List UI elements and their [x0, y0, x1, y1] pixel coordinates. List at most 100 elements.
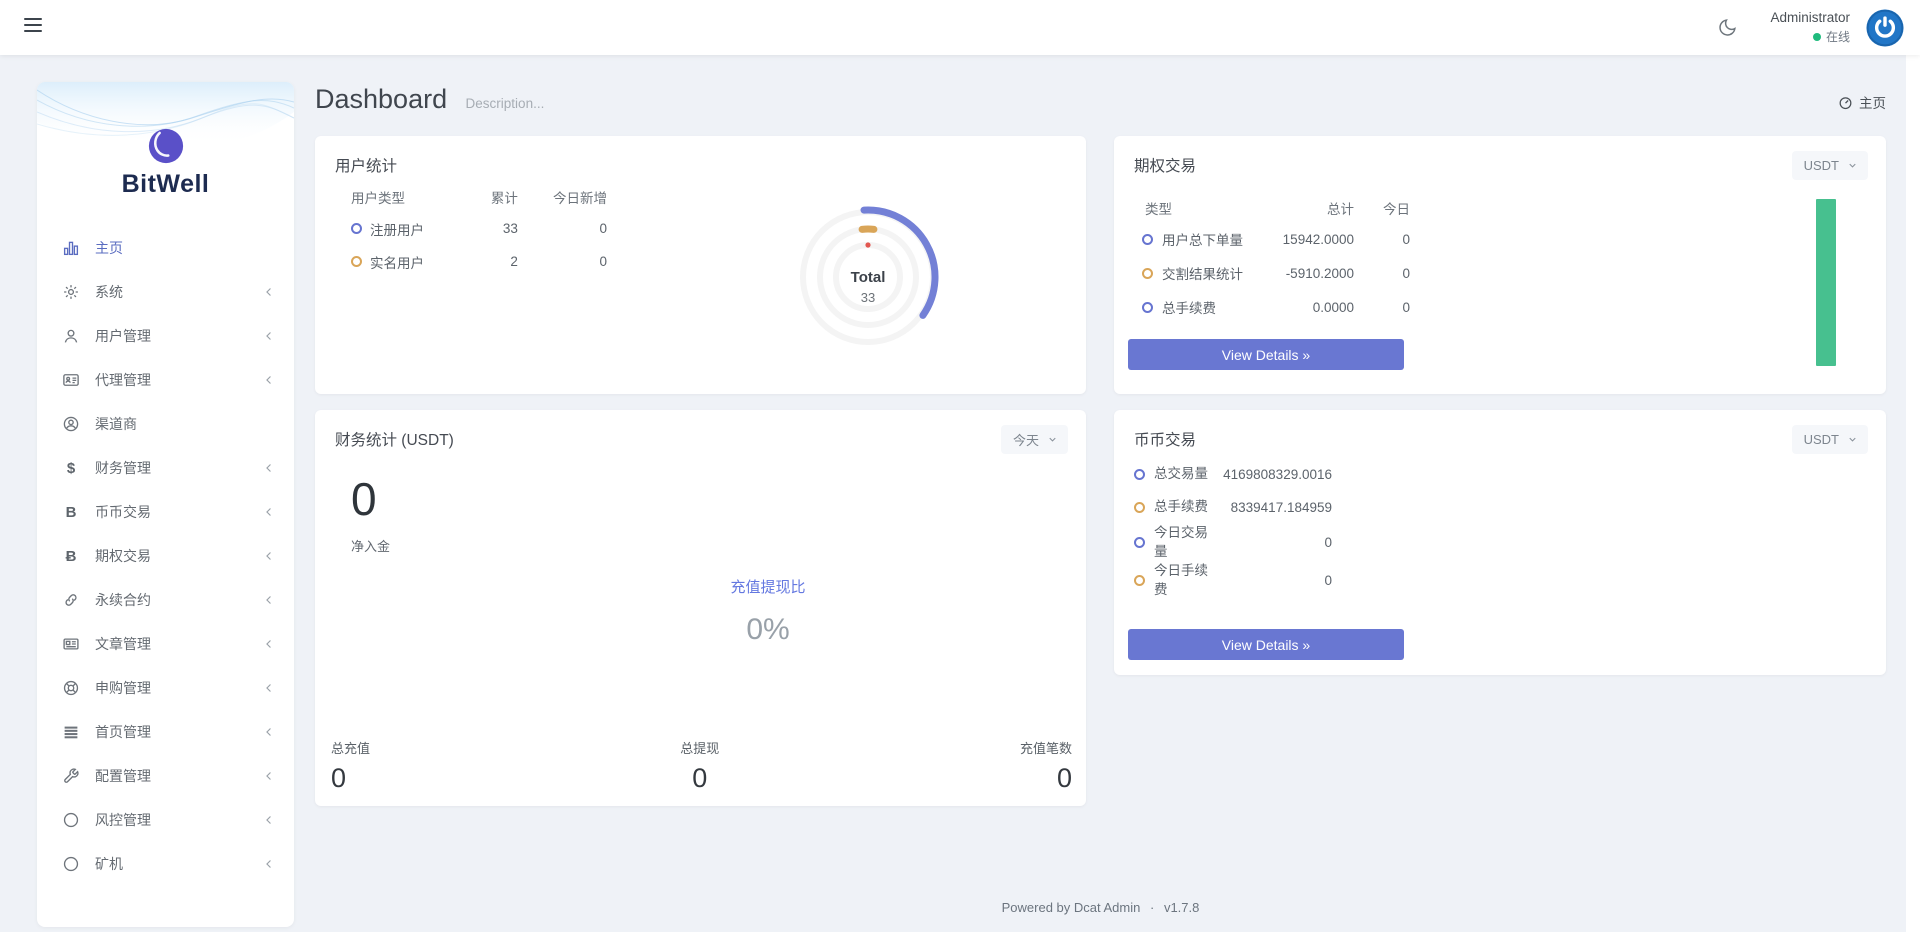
- table-row: 交割结果统计 -5910.2000 0: [1134, 256, 1410, 290]
- sidebar-menu: 主页 系统 用户管理 代理管理 渠道商: [37, 226, 294, 886]
- series-dot-icon: [351, 223, 362, 234]
- sidebar-item-channel[interactable]: 渠道商: [37, 402, 294, 446]
- hamburger-menu-icon[interactable]: [24, 18, 44, 36]
- table-row: 注册用户 33 0: [335, 212, 607, 245]
- time-filter-select[interactable]: 今天: [1001, 425, 1068, 454]
- sidebar-item-perpetual[interactable]: 永续合约: [37, 578, 294, 622]
- net-deposit-label: 净入金: [351, 536, 390, 555]
- sidebar-item-system[interactable]: 系统: [37, 270, 294, 314]
- list-icon: [61, 722, 81, 742]
- chart-center-value: 33: [861, 290, 875, 305]
- sidebar-item-label: 系统: [95, 282, 123, 302]
- sidebar-item-label: 财务管理: [95, 458, 151, 478]
- id-card-icon: [61, 370, 81, 390]
- finance-stats-card: 财务统计 (USDT) 今天 0 净入金 充值提现比 0% 总充值 0 总提现 …: [315, 410, 1086, 806]
- user-menu[interactable]: Administrator 在线: [1770, 10, 1850, 45]
- sidebar-item-label: 风控管理: [95, 810, 151, 830]
- page-description: Description...: [466, 96, 545, 111]
- sidebar-item-config[interactable]: 配置管理: [37, 754, 294, 798]
- deposit-withdraw-ratio-link[interactable]: 充值提现比: [730, 576, 805, 597]
- sidebar-item-label: 主页: [95, 238, 123, 258]
- power-logo-icon: [1866, 9, 1904, 47]
- online-dot-icon: [1813, 33, 1821, 41]
- stat-total-deposit: 总充值 0: [331, 738, 370, 794]
- table-row: 实名用户 2 0: [335, 245, 607, 278]
- col-header: 今日新增: [538, 187, 607, 207]
- newspaper-icon: [61, 634, 81, 654]
- dark-mode-toggle[interactable]: [1714, 15, 1740, 41]
- col-header: 累计: [463, 187, 518, 207]
- options-trade-card: 期权交易 USDT 类型 总计 今日 用户总下单量 15942.0000 0 交…: [1114, 136, 1886, 394]
- sidebar-item-users[interactable]: 用户管理: [37, 314, 294, 358]
- page-title: Dashboard: [315, 84, 447, 115]
- chevron-left-icon: [262, 681, 276, 695]
- stat-deposit-count: 充值笔数 0: [1020, 738, 1072, 794]
- sidebar-item-finance[interactable]: $ 财务管理: [37, 446, 294, 490]
- sidebar-item-homepage[interactable]: 首页管理: [37, 710, 294, 754]
- ratio-value: 0%: [730, 613, 805, 647]
- view-details-button[interactable]: View Details »: [1128, 629, 1404, 660]
- sidebar-item-agents[interactable]: 代理管理: [37, 358, 294, 402]
- series-dot-icon: [351, 256, 362, 267]
- chevron-left-icon: [262, 857, 276, 871]
- col-header: 今日: [1354, 198, 1410, 218]
- sidebar-item-label: 用户管理: [95, 326, 151, 346]
- sidebar-item-label: 首页管理: [95, 722, 151, 742]
- chart-bar-icon: [61, 238, 81, 258]
- card-title: 币币交易: [1134, 428, 1196, 450]
- currency-select[interactable]: USDT: [1792, 425, 1868, 454]
- chevron-left-icon: [262, 329, 276, 343]
- col-header: 类型: [1134, 198, 1269, 218]
- breadcrumb[interactable]: 主页: [1838, 92, 1886, 112]
- list-item: 总交易量 4169808329.0016: [1134, 458, 1332, 491]
- sidebar-item-label: 申购管理: [95, 678, 151, 698]
- sidebar-item-risk[interactable]: 风控管理: [37, 798, 294, 842]
- chevron-left-icon: [262, 505, 276, 519]
- sidebar: BitWell 主页 系统 用户管理 代理管理: [37, 82, 294, 927]
- series-dot-icon: [1134, 575, 1145, 586]
- series-dot-icon: [1134, 537, 1145, 548]
- net-deposit-block: 0 净入金: [351, 476, 390, 555]
- currency-select[interactable]: USDT: [1792, 151, 1868, 180]
- user-stats-card: 用户统计 用户类型 累计 今日新增 注册用户 33 0 实名用户 2 0 Tot…: [315, 136, 1086, 394]
- chart-center-label: Total: [851, 269, 886, 286]
- list-item: 今日交易量 0: [1134, 524, 1332, 562]
- sidebar-item-subscription[interactable]: 申购管理: [37, 666, 294, 710]
- table-row: 用户总下单量 15942.0000 0: [1134, 222, 1410, 256]
- view-details-button[interactable]: View Details »: [1128, 339, 1404, 370]
- coin-trade-card: 币币交易 USDT 总交易量 4169808329.0016 总手续费 8339…: [1114, 410, 1886, 675]
- bitcoin-icon: Ƀ: [61, 546, 81, 566]
- chevron-down-icon: [1847, 434, 1858, 445]
- card-title: 用户统计: [335, 154, 397, 176]
- bar-chart-bar: [1816, 199, 1836, 366]
- chevron-left-icon: [262, 637, 276, 651]
- avatar[interactable]: [1866, 9, 1904, 47]
- sidebar-item-miner[interactable]: 矿机: [37, 842, 294, 886]
- sidebar-item-articles[interactable]: 文章管理: [37, 622, 294, 666]
- card-title: 期权交易: [1134, 154, 1196, 176]
- list-item: 总手续费 8339417.184959: [1134, 491, 1332, 524]
- chevron-left-icon: [262, 593, 276, 607]
- dashboard-gauge-icon: [1838, 95, 1853, 110]
- sidebar-item-options-trade[interactable]: Ƀ 期权交易: [37, 534, 294, 578]
- chevron-left-icon: [262, 285, 276, 299]
- chevron-left-icon: [262, 373, 276, 387]
- scrollbar-track[interactable]: [1906, 55, 1920, 932]
- coin-trade-list: 总交易量 4169808329.0016 总手续费 8339417.184959…: [1134, 458, 1332, 600]
- chevron-left-icon: [262, 725, 276, 739]
- powered-by[interactable]: Powered by Dcat Admin: [1002, 900, 1141, 915]
- top-navbar: Administrator 在线: [0, 0, 1920, 55]
- ratio-block: 充值提现比 0%: [730, 576, 805, 647]
- username: Administrator: [1770, 10, 1850, 25]
- link-icon: [61, 590, 81, 610]
- footer: Powered by Dcat Admin · v1.7.8: [315, 900, 1886, 915]
- dollar-icon: $: [61, 458, 81, 478]
- sidebar-item-coin-trade[interactable]: B 币币交易: [37, 490, 294, 534]
- series-dot-icon: [1134, 502, 1145, 513]
- sidebar-item-home[interactable]: 主页: [37, 226, 294, 270]
- user-icon: [61, 326, 81, 346]
- chevron-left-icon: [262, 549, 276, 563]
- online-status: 在线: [1813, 28, 1850, 45]
- sidebar-item-label: 代理管理: [95, 370, 151, 390]
- version: v1.7.8: [1164, 900, 1199, 915]
